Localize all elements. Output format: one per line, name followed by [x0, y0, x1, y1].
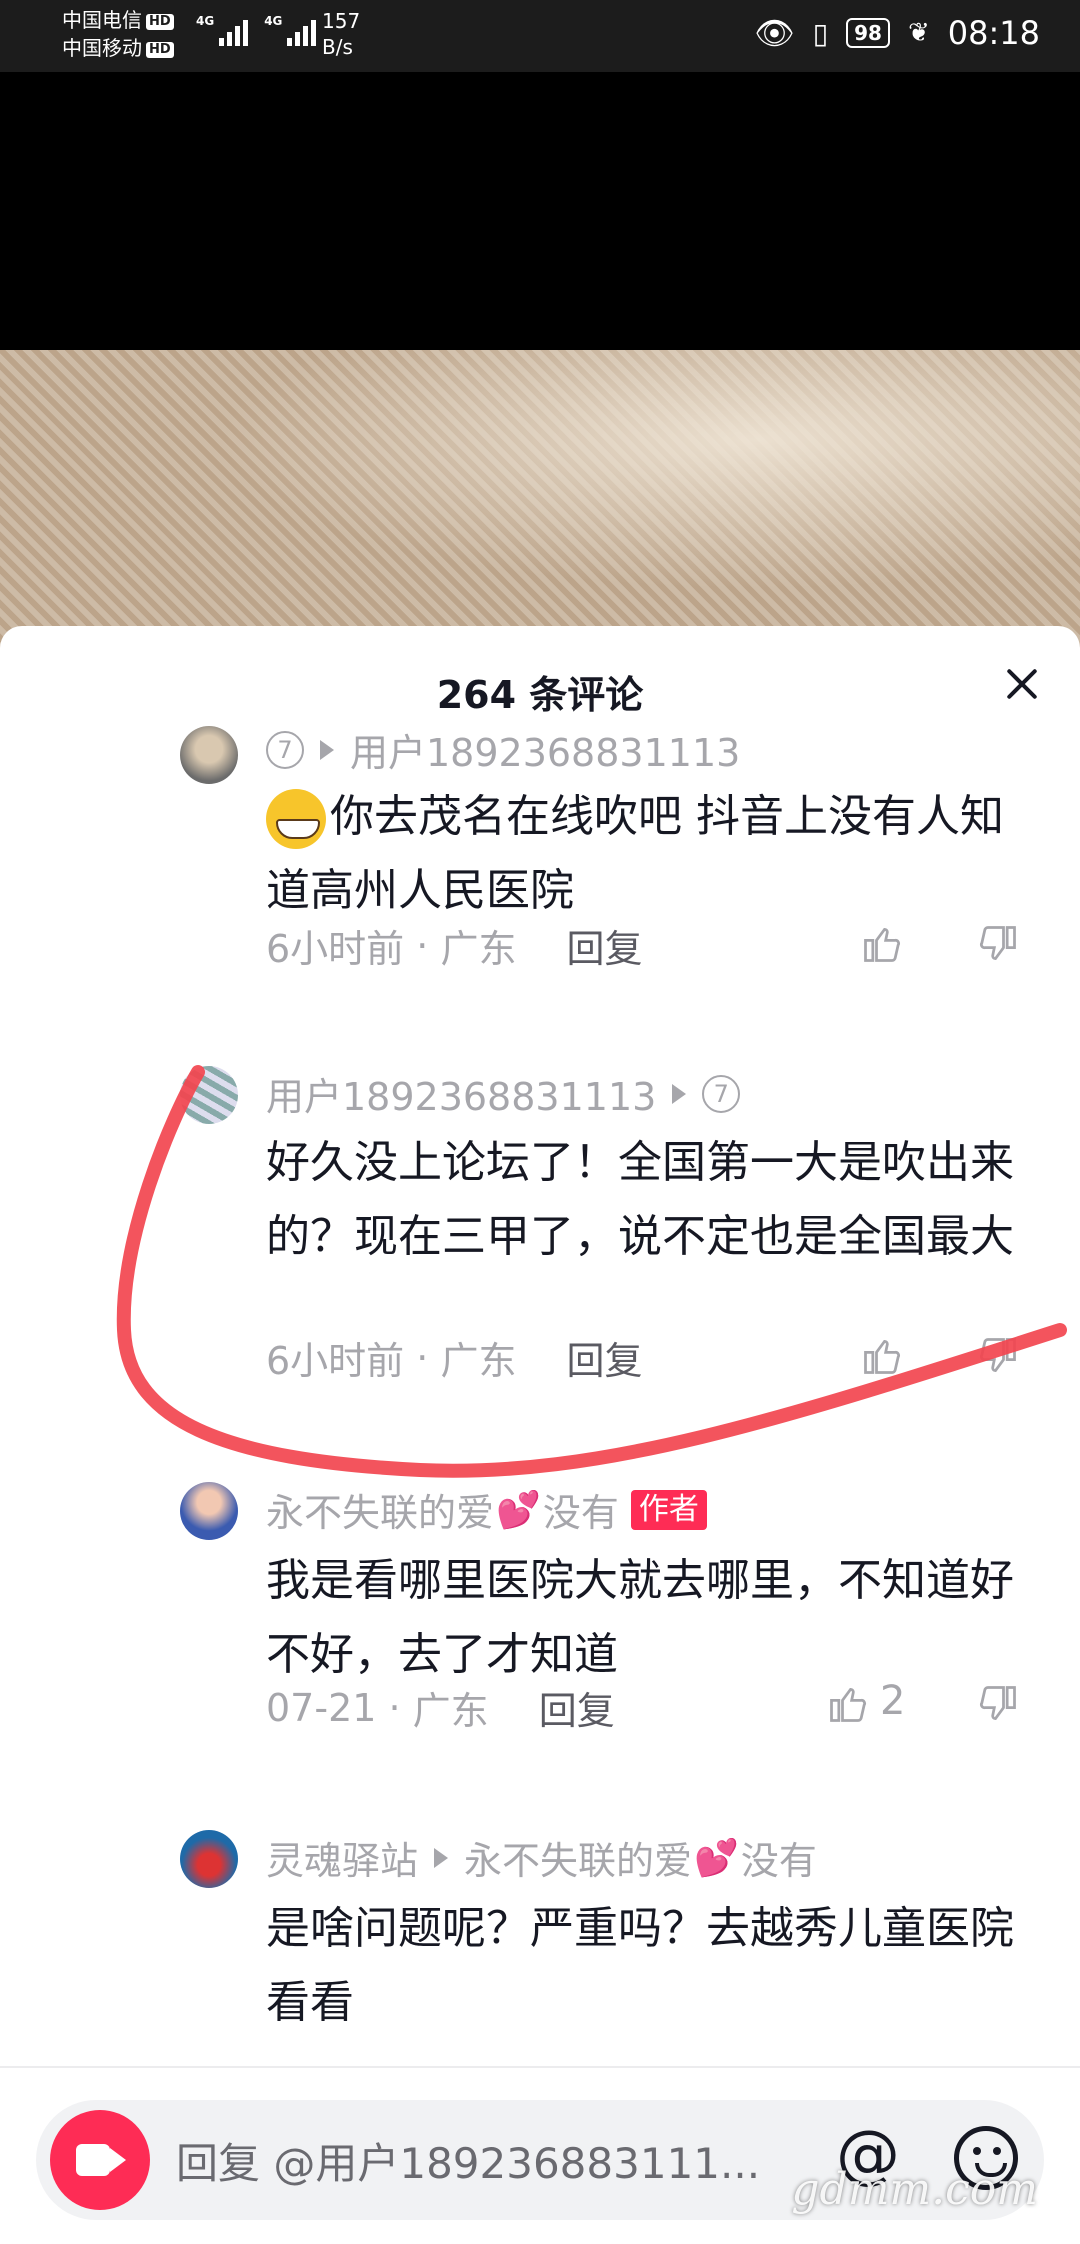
status-right: 👁 ▯ 98 ❦ 08:18 [754, 14, 1040, 52]
reply-arrow-icon [320, 739, 334, 760]
status-bar: 中国电信 HD 中国移动 HD 4G 4G 157 B/s 👁 ▯ 98 ❦ 08:… [0, 0, 1080, 72]
comment-sheet: 264 条评论 7 用户1892368831113 你去茂名在线吹吧 抖音上没有… [0, 626, 1080, 2244]
like-icon[interactable] [860, 922, 904, 966]
dislike-icon[interactable] [976, 1682, 1020, 1726]
username[interactable]: 用户1892368831113 [266, 1066, 656, 1121]
video-preview[interactable] [0, 350, 1080, 650]
comments-title: 264 条评论 [436, 673, 644, 717]
comment-text: 你去茂名在线吹吧 抖音上没有人知道高州人民医院 [266, 780, 1026, 928]
dislike-icon[interactable] [976, 922, 1020, 966]
reply-count-badge: 7 [266, 730, 304, 769]
username[interactable]: 用户1892368831113 [350, 722, 740, 777]
comment-text: 好久没上论坛了！全国第一大是吹出来的？现在三甲了，说不定也是全国最大 [266, 1137, 1014, 1262]
speed-unit: B/s [322, 35, 353, 59]
avatar[interactable] [180, 1482, 238, 1540]
video-camera-icon[interactable] [50, 2110, 150, 2210]
comment-meta: 永不失联的爱 💕 没有 作者 [266, 1482, 707, 1537]
leaf-icon: ❦ [907, 18, 930, 48]
like-icon[interactable] [826, 1682, 870, 1726]
dislike-icon[interactable] [976, 1334, 1020, 1378]
speed-value: 157 [322, 9, 361, 33]
username-suffix: 没有 [542, 1491, 619, 1535]
comment-footer: 6小时前 · 广东 回复 [266, 918, 642, 973]
comment-meta: 用户1892368831113 7 [266, 1066, 741, 1121]
like-icon[interactable] [860, 1334, 904, 1378]
reply-button[interactable]: 回复 [566, 1330, 642, 1385]
close-button[interactable] [1002, 664, 1042, 704]
separator-dot: · [376, 1685, 413, 1730]
avatar[interactable] [180, 1066, 238, 1124]
divider [0, 2066, 1080, 2068]
comment-time: 6小时前 [266, 927, 405, 971]
username[interactable]: 灵魂驿站 [266, 1830, 418, 1885]
heart-emoji-icon: 💕 [496, 1489, 541, 1531]
comment-text: 是啥问题呢？严重吗？去越秀儿童医院看看 [266, 1903, 1014, 2028]
comment-location: 广东 [412, 1689, 489, 1733]
hd-badge: HD [146, 41, 174, 58]
comment-meta: 灵魂驿站 永不失联的爱 💕 没有 [266, 1830, 817, 1885]
comment-footer: 6小时前 · 广东 回复 [266, 1330, 642, 1385]
eye-icon: 👁 [754, 14, 795, 52]
reply-arrow-icon [434, 1847, 449, 1868]
hd-badge: HD [146, 13, 174, 30]
comment-time: 07-21 [266, 1685, 377, 1730]
grin-emoji-icon [266, 789, 326, 849]
carrier-info: 中国电信 HD 中国移动 HD [62, 6, 174, 62]
comment-location: 广东 [440, 927, 517, 971]
avatar[interactable] [180, 1830, 238, 1888]
comment-text: 我是看哪里医院大就去哪里，不知道好不好，去了才知道 [266, 1555, 1014, 1680]
username-suffix: 没有 [740, 1839, 817, 1883]
reply-button[interactable]: 回复 [566, 918, 642, 973]
signal-icon: 4G [196, 14, 249, 46]
comment-meta: 7 用户1892368831113 [266, 722, 740, 777]
reply-to-user[interactable]: 永不失联的爱 [464, 1830, 692, 1885]
like-count: 2 [880, 1678, 906, 1724]
signal-icon: 4G [264, 14, 317, 46]
network-speed: 157 B/s [322, 8, 360, 60]
reply-arrow-icon [672, 1083, 687, 1104]
vibrate-icon: ▯ [812, 16, 829, 50]
comment-body: 你去茂名在线吹吧 抖音上没有人知道高州人民医院 [266, 791, 1004, 916]
heart-emoji-icon: 💕 [694, 1837, 739, 1879]
separator-dot: · [404, 1335, 441, 1380]
reply-count-badge: 7 [702, 1074, 741, 1113]
signal-icons: 4G 4G [196, 14, 317, 46]
author-badge: 作者 [630, 1489, 707, 1530]
comment-location: 广东 [440, 1339, 517, 1383]
clock: 08:18 [947, 14, 1040, 52]
avatar[interactable] [180, 726, 238, 784]
battery-icon: 98 [846, 18, 890, 48]
network-type: 4G [196, 14, 215, 28]
reply-input[interactable]: 回复 @用户189236883111... [176, 2130, 760, 2191]
comment-time: 6小时前 [266, 1339, 405, 1383]
watermark: gdmm.com [791, 2164, 1038, 2215]
network-type: 4G [264, 14, 283, 28]
carrier-1: 中国电信 [62, 8, 142, 32]
separator-dot: · [404, 923, 441, 968]
username[interactable]: 永不失联的爱 [266, 1482, 494, 1537]
reply-button[interactable]: 回复 [539, 1680, 615, 1735]
video-area[interactable] [0, 72, 1080, 352]
comment-footer: 07-21 · 广东 回复 [266, 1680, 615, 1735]
carrier-2: 中国移动 [62, 36, 142, 60]
